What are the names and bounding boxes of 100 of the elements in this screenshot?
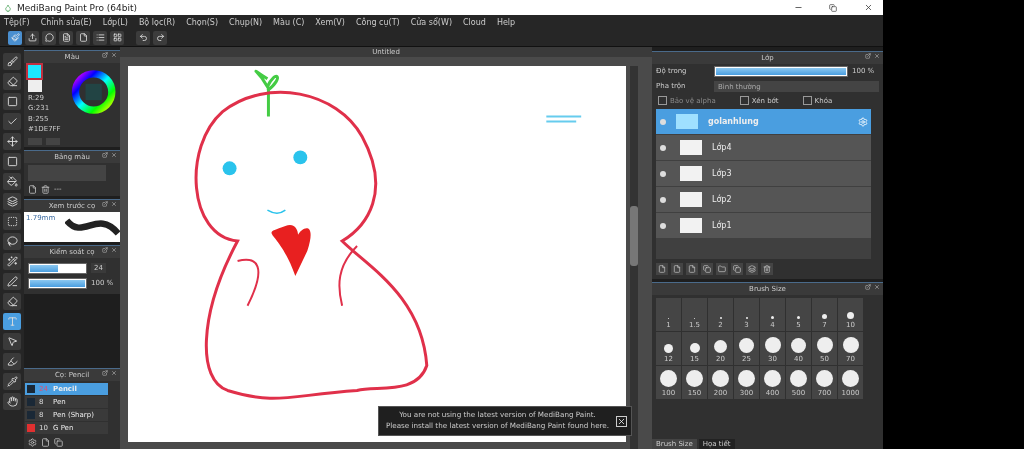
toolbar-button[interactable] xyxy=(110,30,124,45)
layer-tool-icon xyxy=(688,265,696,273)
layer-tool-icon xyxy=(673,265,681,273)
tool-button[interactable] xyxy=(3,53,21,70)
layer-thumbnail xyxy=(680,140,702,155)
redo-button[interactable] xyxy=(153,30,167,45)
layer-thumbnail xyxy=(680,192,702,207)
tool-button[interactable] xyxy=(3,193,21,210)
tool-button[interactable] xyxy=(3,233,21,250)
layer-tool-icon xyxy=(733,265,741,273)
visibility-dot[interactable] xyxy=(660,196,666,203)
undock-icon[interactable] xyxy=(102,370,108,376)
tool-icon xyxy=(6,376,18,387)
menu-item[interactable]: Tệp(F) xyxy=(4,17,30,27)
layer-tool-icon xyxy=(703,265,711,273)
layer-tool-button[interactable] xyxy=(671,263,683,275)
copy-icon[interactable] xyxy=(54,438,63,447)
size-slider[interactable] xyxy=(28,262,87,274)
toolbar-button[interactable] xyxy=(42,30,56,45)
layer-tool-button[interactable] xyxy=(746,263,758,275)
list-icon xyxy=(95,33,105,42)
undock-icon[interactable] xyxy=(102,52,108,58)
tool-icon xyxy=(6,316,18,327)
visibility-dot[interactable] xyxy=(660,144,666,151)
undock-icon[interactable] xyxy=(102,151,108,158)
menu-item[interactable]: Công cụ(T) xyxy=(355,17,400,27)
tool-button[interactable] xyxy=(3,353,21,370)
layer-tool-button[interactable] xyxy=(656,263,668,275)
menu-item[interactable]: Màu (C) xyxy=(273,17,305,27)
toolbar-button[interactable] xyxy=(59,30,73,45)
tool-icon xyxy=(6,176,18,187)
tool-button[interactable] xyxy=(3,393,21,410)
layer-thumbnail xyxy=(680,218,702,233)
tool-button[interactable] xyxy=(3,173,21,190)
app-logo-icon xyxy=(4,3,12,12)
tool-button[interactable] xyxy=(3,93,21,110)
toolbar-button[interactable] xyxy=(76,30,90,45)
layer-name: Lớp2 xyxy=(712,195,733,204)
tool-icon xyxy=(6,276,18,287)
tool-icon xyxy=(6,76,18,87)
tool-icon xyxy=(6,136,18,147)
menu-item[interactable]: Lớp(L) xyxy=(102,17,128,27)
grid-icon xyxy=(112,33,122,42)
tool-button[interactable] xyxy=(3,293,21,310)
vertical-scrollbar[interactable] xyxy=(630,66,638,449)
toolbar-button[interactable] xyxy=(25,30,39,45)
layer-row[interactable]: Lớp2 xyxy=(656,187,871,212)
tool-button[interactable] xyxy=(3,113,21,130)
layer-tool-button[interactable] xyxy=(761,263,773,275)
visibility-dot[interactable] xyxy=(660,118,666,125)
color-wheel[interactable] xyxy=(70,67,116,117)
undo-button[interactable] xyxy=(136,30,150,45)
visibility-dot[interactable] xyxy=(660,170,666,177)
tool-button[interactable] xyxy=(3,273,21,290)
close-icon xyxy=(863,3,873,12)
tool-button[interactable] xyxy=(3,133,21,150)
layer-row[interactable]: Lớp1 xyxy=(656,213,871,238)
visibility-dot[interactable] xyxy=(660,222,666,229)
layer-name: Lớp3 xyxy=(712,169,733,178)
delete-icon[interactable] xyxy=(41,184,50,194)
close-icon[interactable] xyxy=(616,415,627,427)
tool-icon xyxy=(6,116,18,127)
menu-item[interactable]: Xem(V) xyxy=(315,17,345,27)
menu-item[interactable]: Chọn(S) xyxy=(186,17,219,27)
tool-icon xyxy=(6,196,18,207)
undo-icon xyxy=(138,33,148,42)
new-palette-icon[interactable] xyxy=(28,184,37,194)
layer-thumbnail xyxy=(680,166,702,181)
layer-tool-button[interactable] xyxy=(731,263,743,275)
layer-tool-button[interactable] xyxy=(701,263,713,275)
toolbar-button[interactable] xyxy=(93,30,107,45)
settings-icon[interactable] xyxy=(28,438,37,447)
cloud-button[interactable] xyxy=(8,30,22,45)
tool-button[interactable] xyxy=(3,373,21,390)
menu-item[interactable]: Chỉnh sửa(E) xyxy=(40,17,92,27)
undock-icon[interactable] xyxy=(865,53,871,59)
tool-icon xyxy=(6,156,18,167)
page-icon xyxy=(78,33,88,42)
undock-icon[interactable] xyxy=(102,246,108,253)
menu-item[interactable]: Cloud xyxy=(463,17,486,27)
tool-icon xyxy=(6,216,18,227)
undock-icon[interactable] xyxy=(102,200,108,207)
tool-button[interactable] xyxy=(3,253,21,270)
layer-tool-button[interactable] xyxy=(686,263,698,275)
undock-icon[interactable] xyxy=(865,284,871,290)
layer-row[interactable]: Lớp3 xyxy=(656,161,871,186)
speech-bubble-icon xyxy=(44,33,54,42)
layer-row[interactable]: Lớp4 xyxy=(656,135,871,160)
tool-button[interactable] xyxy=(3,333,21,350)
menu-item[interactable]: Cửa sổ(W) xyxy=(410,17,453,27)
menu-item[interactable]: Help xyxy=(496,17,516,27)
tool-button[interactable] xyxy=(3,213,21,230)
layer-tool-button[interactable] xyxy=(716,263,728,275)
layer-tool-icon xyxy=(718,265,726,273)
menu-item[interactable]: Bộ lọc(R) xyxy=(138,17,176,27)
new-brush-icon[interactable] xyxy=(41,438,50,447)
tool-button[interactable] xyxy=(3,73,21,90)
tool-icon xyxy=(6,256,18,267)
menu-item[interactable]: Chụp(N) xyxy=(229,17,263,27)
tool-button[interactable] xyxy=(3,153,21,170)
